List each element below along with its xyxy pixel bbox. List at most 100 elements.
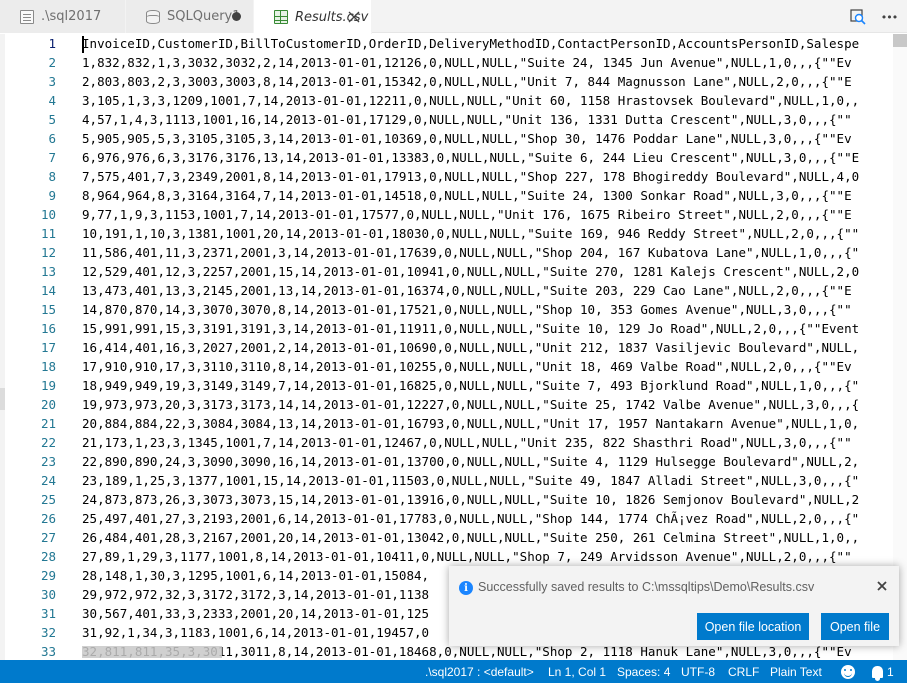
line-number: 26 — [40, 511, 56, 526]
more-actions-button[interactable]: ••• — [878, 6, 900, 28]
code-line[interactable]: 8,964,964,8,3,3164,3164,7,14,2013-01-01,… — [82, 186, 852, 205]
tab-label: SQLQuery1 — [167, 9, 241, 24]
language-mode[interactable]: Plain Text — [770, 660, 822, 683]
notifications-button[interactable]: 1 — [872, 660, 894, 683]
vertical-scrollbar-thumb[interactable] — [893, 34, 907, 47]
text-cursor — [82, 36, 84, 53]
code-line[interactable]: 16,414,401,16,3,2027,2001,2,14,2013-01-0… — [82, 338, 859, 357]
open-preview-icon — [850, 9, 866, 25]
code-line[interactable]: 2,803,803,2,3,3003,3003,8,14,2013-01-01,… — [82, 72, 852, 91]
code-line[interactable]: 6,976,976,6,3,3176,3176,13,14,2013-01-01… — [82, 148, 859, 167]
line-number: 6 — [48, 131, 56, 146]
code-line[interactable]: 31,92,1,34,3,1183,1001,6,14,2013-01-01,1… — [82, 623, 429, 642]
code-line[interactable]: 24,873,873,26,3,3073,3073,15,14,2013-01-… — [82, 490, 859, 509]
close-notification-button[interactable] — [875, 578, 889, 594]
open-file-location-button[interactable]: Open file location — [697, 613, 809, 640]
open-file-button[interactable]: Open file — [821, 613, 889, 640]
encoding-setting[interactable]: UTF-8 — [681, 660, 715, 683]
code-line[interactable]: 1,832,832,1,3,3032,3032,2,14,2013-01-01,… — [82, 53, 852, 72]
feedback-button[interactable] — [841, 660, 855, 683]
line-number: 19 — [40, 378, 56, 393]
code-line[interactable]: 12,529,401,12,3,2257,2001,15,14,2013-01-… — [82, 262, 859, 281]
status-bar: .\sql2017 : <default> Ln 1, Col 1 Spaces… — [0, 660, 907, 683]
line-number: 3 — [48, 74, 56, 89]
line-number: 15 — [40, 302, 56, 317]
line-number: 24 — [40, 473, 56, 488]
code-line[interactable]: 30,567,401,33,3,2333,2001,20,14,2013-01-… — [82, 604, 429, 623]
code-line[interactable]: 22,890,890,24,3,3090,3090,16,14,2013-01-… — [82, 452, 859, 471]
line-number: 8 — [48, 169, 56, 184]
close-icon[interactable] — [346, 9, 362, 25]
line-number: 21 — [40, 416, 56, 431]
tab-bar: .\sql2017 SQLQuery1 Results.csv ••• — [0, 0, 907, 34]
line-number: 18 — [40, 359, 56, 374]
tab-sql2017[interactable]: .\sql2017 — [0, 0, 126, 33]
code-line[interactable]: 15,991,991,15,3,3191,3191,3,14,2013-01-0… — [82, 319, 859, 338]
code-line[interactable]: 13,473,401,13,3,2145,2001,13,14,2013-01-… — [82, 281, 852, 300]
line-number: 11 — [40, 226, 56, 241]
database-icon — [146, 9, 160, 24]
line-number: 16 — [40, 321, 56, 336]
code-line[interactable]: 9,77,1,9,3,1153,1001,7,14,2013-01-01,175… — [82, 205, 852, 224]
line-number: 5 — [48, 112, 56, 127]
code-line[interactable]: 21,173,1,23,3,1345,1001,7,14,2013-01-01,… — [82, 433, 852, 452]
code-line[interactable]: 11,586,401,11,3,2371,2001,3,14,2013-01-0… — [82, 243, 859, 262]
code-line[interactable]: 18,949,949,19,3,3149,3149,7,14,2013-01-0… — [82, 376, 859, 395]
line-number: 27 — [40, 530, 56, 545]
file-icon — [20, 9, 34, 24]
line-number: 4 — [48, 93, 56, 108]
horizontal-scrollbar-thumb[interactable] — [82, 646, 222, 658]
open-preview-button[interactable] — [847, 6, 869, 28]
code-line[interactable]: 28,148,1,30,3,1295,1001,6,14,2013-01-01,… — [82, 566, 429, 585]
line-number: 2 — [48, 55, 56, 70]
line-number: 7 — [48, 150, 56, 165]
line-number: 32 — [40, 625, 56, 640]
tab-label: .\sql2017 — [41, 9, 102, 24]
code-line[interactable]: 14,870,870,14,3,3070,3070,8,14,2013-01-0… — [82, 300, 852, 319]
smiley-icon — [841, 664, 855, 679]
code-line[interactable]: 19,973,973,20,3,3173,3173,14,14,2013-01-… — [82, 395, 859, 414]
save-notification: i Successfully saved results to C:\mssql… — [449, 566, 899, 646]
notifications-count: 1 — [887, 664, 894, 679]
tab-results-csv[interactable]: Results.csv — [254, 0, 372, 34]
code-line[interactable]: 20,884,884,22,3,3084,3084,13,14,2013-01-… — [82, 414, 859, 433]
code-line[interactable]: InvoiceID,CustomerID,BillToCustomerID,Or… — [82, 34, 859, 53]
line-number: 25 — [40, 492, 56, 507]
indentation-setting[interactable]: Spaces: 4 — [617, 660, 670, 683]
line-number: 10 — [40, 207, 56, 222]
connection-status[interactable]: .\sql2017 : <default> — [425, 660, 534, 683]
code-line[interactable]: 25,497,401,27,3,2193,2001,6,14,2013-01-0… — [82, 509, 859, 528]
line-number: 28 — [40, 549, 56, 564]
code-line[interactable]: 3,105,1,3,3,1209,1001,7,14,2013-01-01,12… — [82, 91, 859, 110]
code-line[interactable]: 26,484,401,28,3,2167,2001,20,14,2013-01-… — [82, 528, 859, 547]
code-line[interactable]: 10,191,1,10,3,1381,1001,20,14,2013-01-01… — [82, 224, 859, 243]
line-number: 31 — [40, 606, 56, 621]
code-line[interactable]: 7,575,401,7,3,2349,2001,8,14,2013-01-01,… — [82, 167, 859, 186]
close-icon — [877, 581, 887, 591]
line-number: 22 — [40, 435, 56, 450]
code-line[interactable]: 17,910,910,17,3,3110,3110,8,14,2013-01-0… — [82, 357, 852, 376]
tab-sqlquery1[interactable]: SQLQuery1 — [126, 0, 254, 33]
more-actions-icon: ••• — [880, 10, 898, 24]
cursor-position[interactable]: Ln 1, Col 1 — [548, 660, 606, 683]
code-line[interactable]: 27,89,1,29,3,1177,1001,8,14,2013-01-01,1… — [82, 547, 852, 566]
line-number-gutter: 1 2 3 4 5 6 7 8 9 10 11 12 13 14 15 16 1… — [0, 34, 76, 660]
code-line[interactable]: 29,972,972,32,3,3172,3172,3,14,2013-01-0… — [82, 585, 429, 604]
code-line[interactable]: 5,905,905,5,3,3105,3105,3,14,2013-01-01,… — [82, 129, 852, 148]
info-icon: i — [459, 581, 473, 595]
line-number: 33 — [40, 644, 56, 659]
code-line[interactable]: 23,189,1,25,3,1377,1001,15,14,2013-01-01… — [82, 471, 859, 490]
code-line[interactable]: 4,57,1,4,3,1113,1001,16,14,2013-01-01,17… — [82, 110, 852, 129]
eol-setting[interactable]: CRLF — [728, 660, 759, 683]
line-number: 1 — [48, 36, 56, 51]
line-number: 30 — [40, 587, 56, 602]
line-number: 17 — [40, 340, 56, 355]
line-number: 9 — [48, 188, 56, 203]
line-number: 12 — [40, 245, 56, 260]
line-number: 29 — [40, 568, 56, 583]
notification-message: Successfully saved results to C:\mssqlti… — [478, 580, 815, 594]
unsaved-dot-icon[interactable] — [232, 12, 241, 21]
line-number: 14 — [40, 283, 56, 298]
csv-file-icon — [274, 10, 288, 24]
bell-icon — [872, 665, 883, 681]
